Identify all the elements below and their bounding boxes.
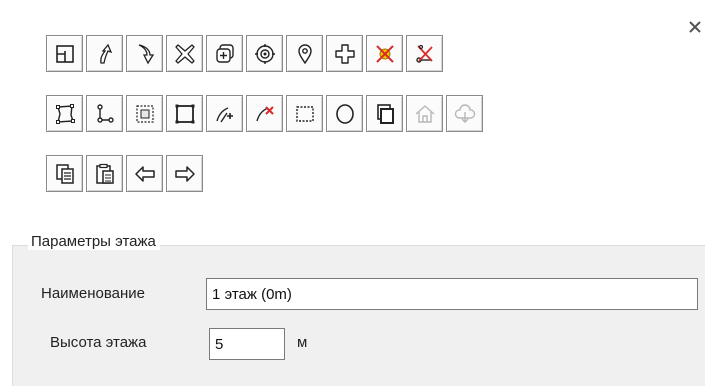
add-node-icon [215, 106, 233, 122]
ellipse-button[interactable] [326, 95, 363, 132]
delete-node-icon [255, 105, 274, 121]
floor-plan-icon [55, 44, 74, 63]
floor-params-group [12, 245, 705, 386]
paste-button[interactable] [86, 155, 123, 192]
add-node-button[interactable] [206, 95, 243, 132]
paste-icon [95, 163, 114, 184]
delete-shape-icon [174, 43, 195, 64]
ellipse-icon [335, 103, 354, 124]
home-icon [415, 104, 434, 123]
polyline-button[interactable] [86, 95, 123, 132]
select-region-icon [135, 104, 154, 123]
dashed-rect-button[interactable] [286, 95, 323, 132]
toolbar-row-1 [46, 35, 446, 72]
copy-icon [55, 163, 74, 184]
arrow-left-icon [134, 165, 155, 182]
target-button[interactable] [246, 35, 283, 72]
select-region-button[interactable] [126, 95, 163, 132]
height-input[interactable] [209, 328, 285, 360]
add-cross-icon [334, 43, 355, 64]
rectangle-icon [175, 104, 194, 123]
floor-plan-button[interactable] [46, 35, 83, 72]
height-unit: м [297, 334, 308, 351]
scissors-cut-icon [415, 44, 433, 63]
name-input[interactable] [206, 278, 698, 310]
remove-point-icon [375, 44, 394, 63]
cloud-download-icon [454, 103, 475, 123]
floor-params-title: Параметры этажа [28, 233, 160, 250]
polygon-edit-icon [55, 103, 75, 124]
rectangle-button[interactable] [166, 95, 203, 132]
toolbar-row-3 [46, 155, 206, 192]
polyline-icon [96, 103, 114, 123]
add-cross-button[interactable] [326, 35, 363, 72]
add-layers-button[interactable] [206, 35, 243, 72]
copy-shape-button[interactable] [366, 95, 403, 132]
delete-node-button[interactable] [246, 95, 283, 132]
arrow-left-button[interactable] [126, 155, 163, 192]
location-pin-icon [297, 43, 312, 64]
cloud-download-button[interactable] [446, 95, 483, 132]
copy-button[interactable] [46, 155, 83, 192]
copy-shape-icon [376, 103, 394, 124]
polygon-edit-button[interactable] [46, 95, 83, 132]
arrow-right-button[interactable] [166, 155, 203, 192]
arrow-curve-down-icon [138, 43, 154, 64]
target-icon [254, 43, 275, 64]
arrow-right-icon [174, 165, 195, 182]
remove-segment-button[interactable] [406, 35, 443, 72]
home-button[interactable] [406, 95, 443, 132]
add-layers-icon [215, 43, 234, 63]
location-pin-button[interactable] [286, 35, 323, 72]
move-down-button[interactable] [126, 35, 163, 72]
remove-point-button[interactable] [366, 35, 403, 72]
arrow-curve-up-icon [99, 43, 112, 64]
toolbar-row-2 [46, 95, 486, 132]
move-up-button[interactable] [86, 35, 123, 72]
height-label: Высота этажа [50, 334, 147, 351]
name-label: Наименование [41, 285, 145, 302]
close-icon[interactable] [688, 20, 702, 34]
delete-shape-button[interactable] [166, 35, 203, 72]
dashed-rect-icon [295, 105, 314, 122]
